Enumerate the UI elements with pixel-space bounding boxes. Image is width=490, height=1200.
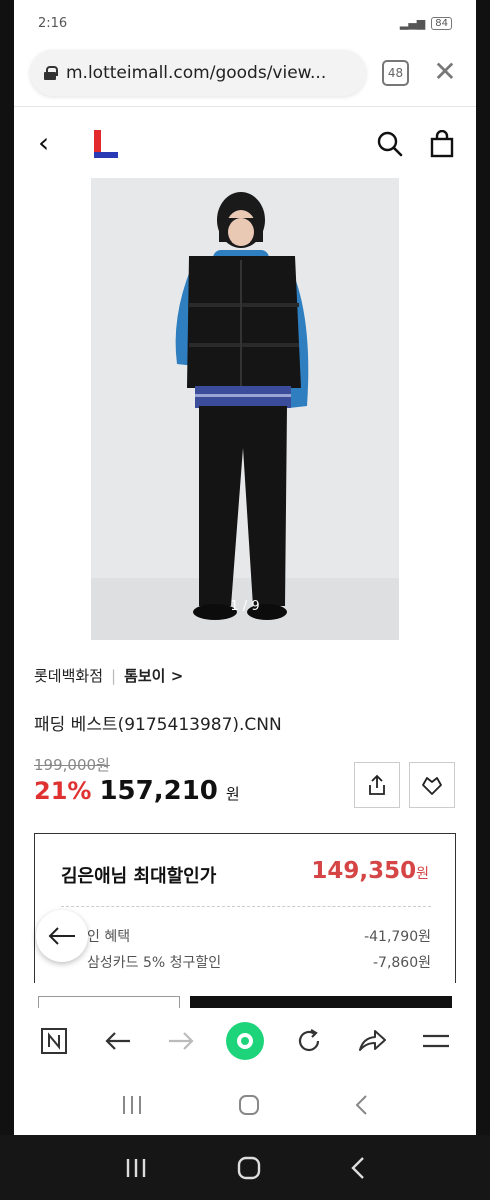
battery-icon: 84 [431,16,452,30]
benefit-row-label: 인 혜택 [87,929,131,945]
floating-back-button[interactable] [36,910,88,962]
product-image[interactable]: 1 / 9 [91,178,399,640]
search-icon[interactable] [376,130,404,158]
price-unit: 원 [225,785,240,803]
app-navbar [14,1074,476,1135]
n-icon[interactable] [34,1021,74,1061]
site-header: ‹ [14,118,476,172]
system-navbar [0,1135,490,1200]
benefit-box: 김은애님 최대할인가 149,350원 인 혜택 -41,790원 삼성카드 5… [34,833,456,983]
back-icon[interactable] [349,1155,367,1181]
best-price: 149,350원 [311,858,429,884]
close-icon[interactable]: ✕ [432,58,458,86]
benefit-label: 김은애님 최대할인가 [61,866,217,887]
sale-price: 157,210 [99,776,218,806]
share-icon [369,774,385,795]
url-text: m.lotteimall.com/goods/view... [66,63,327,83]
benefit-row: 삼성카드 5% 청구할인 -7,860원 [87,952,431,972]
signal-icon: ▂▄▆ [399,16,426,30]
image-indicator: 1 / 9 [230,599,260,614]
model-photo [91,178,399,640]
best-price-value: 149,350 [311,858,417,884]
dashed-divider [61,906,431,907]
price-line: 21% 157,210 원 [34,776,240,806]
store-name[interactable]: 롯데백화점 [34,665,103,686]
bag-icon[interactable] [428,130,456,158]
recents-icon[interactable] [123,1156,149,1180]
original-price: 199,000원 [34,756,110,774]
record-icon[interactable] [225,1021,265,1061]
benefit-row-value: -7,860원 [372,955,431,971]
benefit-row: 인 혜택 -41,790원 [87,926,431,946]
benefit-row-value: -41,790원 [364,929,431,945]
back-nav-icon[interactable] [98,1021,138,1061]
lock-icon [44,66,58,80]
product-title: 패딩 베스트(9175413987).CNN [34,715,282,735]
recents-icon[interactable] [120,1094,144,1116]
url-bar[interactable]: m.lotteimall.com/goods/view... [30,50,366,96]
status-time: 2:16 [38,15,68,31]
arrow-left-icon [48,927,75,945]
phone-screen: 2:16 ▂▄▆ 84 m.lotteimall.com/goods/view.… [14,0,476,1135]
tab-count-button[interactable]: 48 [382,60,409,86]
heart-icon [422,777,442,795]
discount-rate: 21% [34,777,92,805]
home-icon[interactable] [237,1093,261,1117]
divider [14,106,476,107]
reload-icon[interactable] [289,1021,329,1061]
back-nav-icon[interactable] [354,1093,370,1117]
brand-link[interactable]: 톰보이 > [124,665,183,686]
status-bar: 2:16 ▂▄▆ 84 [14,0,476,46]
back-icon[interactable]: ‹ [38,128,58,158]
benefit-row-label: 삼성카드 5% 청구할인 [87,955,222,971]
forward-icon[interactable] [161,1021,201,1061]
separator: | [111,666,117,685]
lotte-logo[interactable] [94,130,118,158]
share-button[interactable] [354,762,400,808]
brand-line: 롯데백화점 | 톰보이 > [34,665,183,686]
menu-icon[interactable] [416,1021,456,1061]
best-price-unit: 원 [416,866,429,882]
send-icon[interactable] [352,1021,392,1061]
status-icons: ▂▄▆ 84 [399,16,452,30]
home-icon[interactable] [236,1155,262,1181]
browser-toolbar [14,1008,476,1074]
wishlist-button[interactable] [409,762,455,808]
